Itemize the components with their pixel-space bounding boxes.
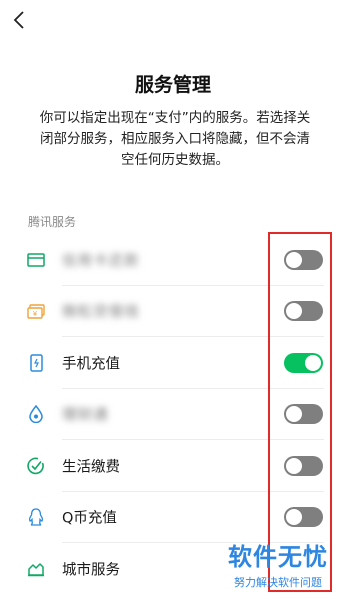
page-title: 服务管理	[134, 74, 211, 96]
service-toggle[interactable]	[284, 249, 323, 270]
chevron-left-icon	[13, 11, 24, 29]
service-label: 微粒贷借钱	[62, 304, 140, 321]
service-row-credit-card[interactable]: 信用卡还款	[0, 234, 346, 286]
watermark-title: 软件无忧	[228, 543, 328, 571]
toggle-knob	[305, 354, 321, 371]
toggle-knob	[286, 509, 302, 526]
page-description: 你可以指定出现在“支付”内的服务。若选择关闭部分服务，相应服务入口将隐藏，但不会…	[39, 110, 311, 168]
phone-icon	[27, 354, 45, 372]
watermark-subtitle: 努力解决软件问题	[234, 576, 322, 589]
service-label: 理财通	[62, 407, 109, 424]
service-toggle[interactable]	[284, 455, 323, 476]
service-row-phone-topup[interactable]: 手机充值	[0, 337, 346, 389]
service-row-qcoin[interactable]: Q币充值	[0, 492, 346, 544]
service-toggle[interactable]	[284, 507, 323, 528]
service-toggle[interactable]	[284, 352, 323, 373]
service-toggle[interactable]	[284, 404, 323, 425]
watermark: 软件无忧 努力解决软件问题	[222, 537, 334, 591]
toggle-knob	[286, 457, 302, 474]
back-button[interactable]	[8, 8, 32, 32]
service-row-utilities[interactable]: 生活缴费	[0, 440, 346, 492]
service-label: 手机充值	[62, 356, 120, 373]
service-label: 城市服务	[62, 562, 120, 579]
city-icon	[27, 560, 45, 578]
section-label: 腾讯服务	[28, 215, 77, 229]
service-toggle[interactable]	[284, 301, 323, 322]
drop-icon	[27, 405, 45, 424]
service-label: Q币充值	[62, 510, 117, 527]
card-icon	[27, 251, 45, 269]
service-label: 生活缴费	[62, 459, 120, 476]
service-row-wealth[interactable]: 理财通	[0, 389, 346, 441]
service-label: 信用卡还款	[62, 253, 140, 270]
penguin-icon	[27, 508, 45, 526]
svg-text:¥: ¥	[33, 310, 38, 318]
cash-icon: ¥	[27, 302, 45, 320]
check-circle-icon	[27, 457, 45, 475]
toggle-knob	[286, 251, 302, 268]
toggle-knob	[286, 406, 302, 423]
service-row-loan[interactable]: ¥ 微粒贷借钱	[0, 286, 346, 338]
toggle-knob	[286, 303, 302, 320]
